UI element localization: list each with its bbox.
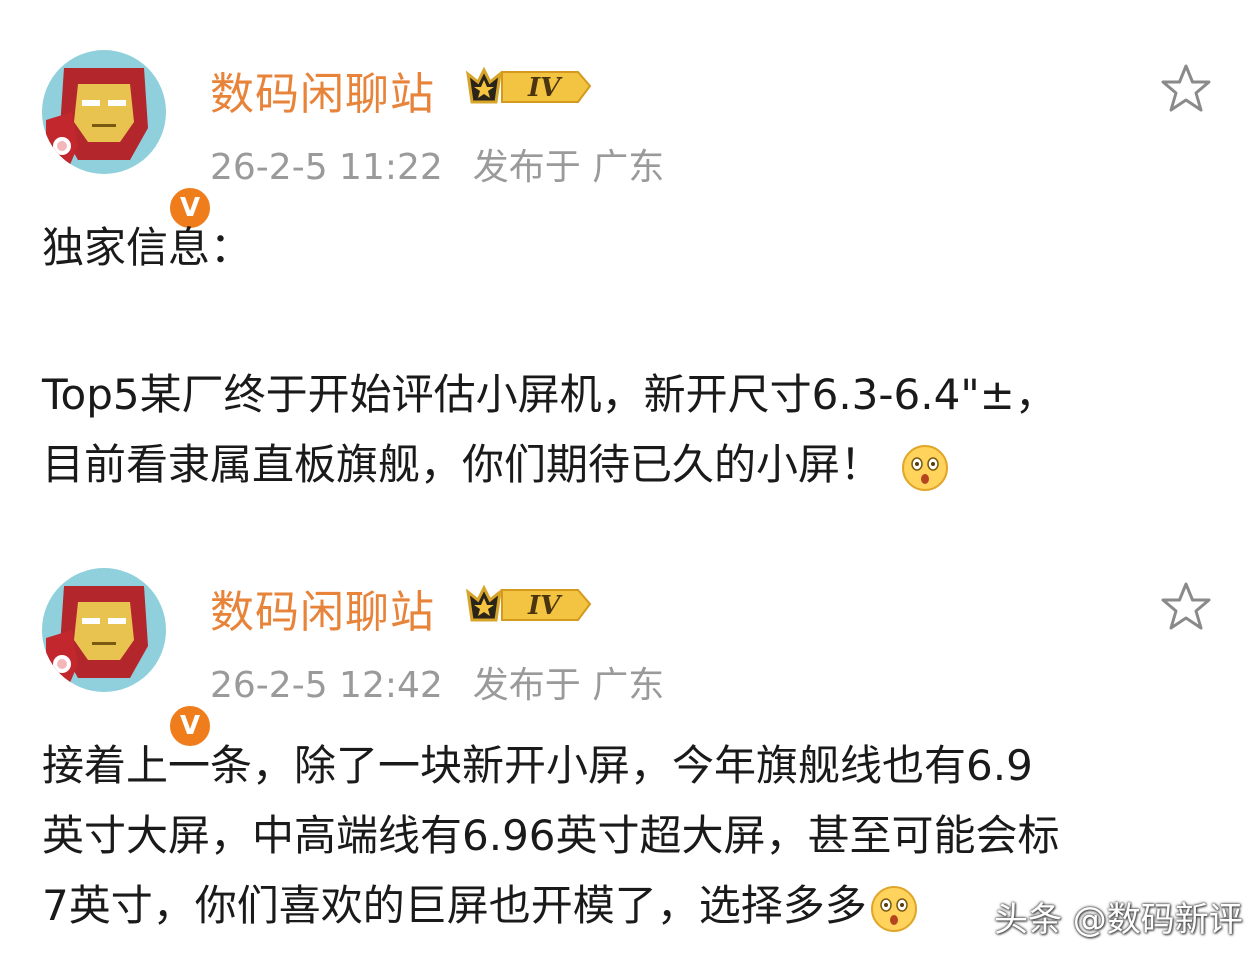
post-text-line: Top5某厂终于开始评估小屏机，新开尺寸6.3-6.4"±， [42, 370, 1057, 419]
timestamp: 26-2-5 12:42 [210, 665, 443, 706]
post-text-segment: 7英寸，你们喜欢的巨屏也开模了，选择多多 [42, 881, 867, 930]
post-meta: 26-2-5 12:42 发布于 广东 [210, 656, 664, 708]
iron-man-avatar-icon [42, 50, 166, 174]
shocked-face-emoji-icon [902, 444, 949, 491]
username[interactable]: 数码闲聊站 [210, 576, 435, 640]
level-badge-label: IV [527, 591, 563, 621]
favorite-star-icon[interactable] [1158, 62, 1214, 118]
vip-level-badge-icon: IV [466, 66, 592, 104]
vip-level-badge-icon: IV [466, 584, 592, 622]
post-text-line: 目前看隶属直板旗舰，你们期待已久的小屏！ [42, 430, 950, 500]
avatar[interactable]: V [42, 568, 214, 750]
post-meta: 26-2-5 11:22 发布于 广东 [210, 138, 664, 190]
location: 发布于 广东 [472, 665, 665, 706]
username[interactable]: 数码闲聊站 [210, 58, 435, 122]
location: 发布于 广东 [472, 147, 665, 188]
weibo-screenshot: V 数码闲聊站 IV 26-2-5 11:22 发布于 广东 独家信息： Top5… [0, 0, 1255, 960]
watermark: 头条 @数码新评 [994, 900, 1243, 940]
post-text-segment: 目前看隶属直板旗舰，你们期待已久的小屏！ [42, 440, 883, 489]
avatar[interactable]: V [42, 50, 214, 232]
iron-man-avatar-icon [42, 568, 166, 692]
post-text-line: 接着上一条，除了一块新开小屏，今年旗舰线也有6.9 [42, 741, 1033, 790]
timestamp: 26-2-5 11:22 [210, 147, 443, 188]
level-badge-label: IV [527, 73, 563, 103]
post-text-line: 7英寸，你们喜欢的巨屏也开模了，选择多多 [42, 871, 919, 941]
post-text-line: 英寸大屏，中高端线有6.96英寸超大屏，甚至可能会标 [42, 811, 1060, 860]
post-text-line: 独家信息： [42, 223, 253, 272]
favorite-star-icon[interactable] [1158, 580, 1214, 636]
shocked-face-emoji-icon [870, 885, 917, 932]
